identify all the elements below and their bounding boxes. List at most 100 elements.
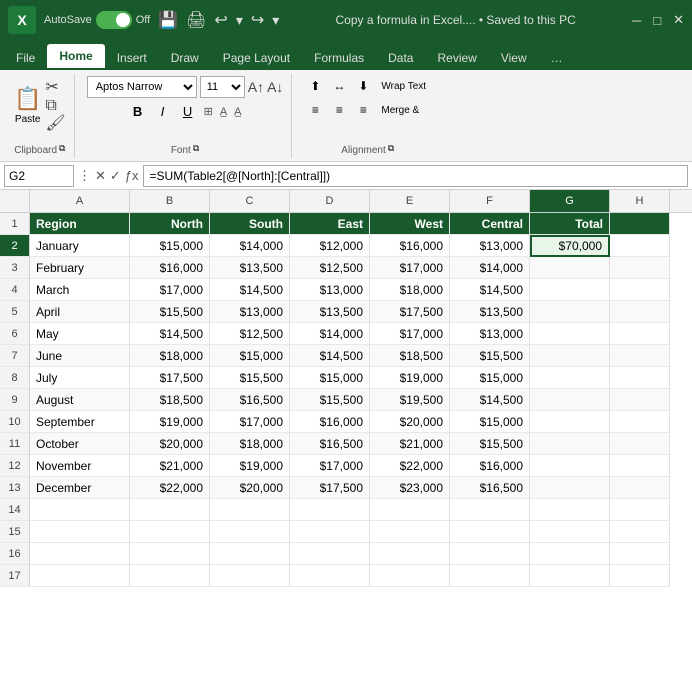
maximize-button[interactable]: □: [653, 13, 661, 28]
cell-g9[interactable]: [530, 389, 610, 411]
cell-f13[interactable]: $16,500: [450, 477, 530, 499]
cell-b8[interactable]: $17,500: [130, 367, 210, 389]
empty-d15[interactable]: [290, 521, 370, 543]
border-button[interactable]: ⊞: [204, 105, 213, 118]
col-header-a[interactable]: A: [30, 190, 130, 212]
cell-e9[interactable]: $19,500: [370, 389, 450, 411]
empty-d16[interactable]: [290, 543, 370, 565]
cell-f10[interactable]: $15,000: [450, 411, 530, 433]
align-bottom-button[interactable]: ⬇: [352, 76, 374, 96]
tab-insert[interactable]: Insert: [105, 46, 159, 70]
redo-dropdown[interactable]: ▾: [272, 12, 279, 29]
cell-e2[interactable]: $16,000: [370, 235, 450, 257]
empty-a17[interactable]: [30, 565, 130, 587]
cell-b9[interactable]: $18,500: [130, 389, 210, 411]
empty-c15[interactable]: [210, 521, 290, 543]
cell-a10[interactable]: September: [30, 411, 130, 433]
tab-data[interactable]: Data: [376, 46, 425, 70]
tab-home[interactable]: Home: [47, 44, 104, 70]
cell-g8[interactable]: [530, 367, 610, 389]
cell-d3[interactable]: $12,500: [290, 257, 370, 279]
redo-icon[interactable]: ↪: [251, 10, 264, 30]
align-left-button[interactable]: ≡: [304, 100, 326, 120]
empty-e16[interactable]: [370, 543, 450, 565]
cell-e3[interactable]: $17,000: [370, 257, 450, 279]
cell-c4[interactable]: $14,500: [210, 279, 290, 301]
cell-d6[interactable]: $14,000: [290, 323, 370, 345]
empty-b16[interactable]: [130, 543, 210, 565]
cell-d12[interactable]: $17,000: [290, 455, 370, 477]
empty-d14[interactable]: [290, 499, 370, 521]
cell-a8[interactable]: July: [30, 367, 130, 389]
header-total[interactable]: Total: [530, 213, 610, 235]
cell-g4[interactable]: [530, 279, 610, 301]
empty-g15[interactable]: [530, 521, 610, 543]
cell-a11[interactable]: October: [30, 433, 130, 455]
empty-f17[interactable]: [450, 565, 530, 587]
cell-e7[interactable]: $18,500: [370, 345, 450, 367]
paste-button[interactable]: 📋 Paste: [14, 86, 41, 125]
alignment-expand[interactable]: ⧉: [388, 143, 394, 154]
empty-f14[interactable]: [450, 499, 530, 521]
cell-b13[interactable]: $22,000: [130, 477, 210, 499]
clipboard-expand[interactable]: ⧉: [59, 143, 65, 154]
cell-b12[interactable]: $21,000: [130, 455, 210, 477]
font-size-select[interactable]: 11: [200, 76, 245, 98]
header-east[interactable]: East: [290, 213, 370, 235]
cell-e10[interactable]: $20,000: [370, 411, 450, 433]
cell-d4[interactable]: $13,000: [290, 279, 370, 301]
cell-g5[interactable]: [530, 301, 610, 323]
cell-f5[interactable]: $13,500: [450, 301, 530, 323]
grow-font-button[interactable]: A↑: [248, 79, 264, 95]
merge-center-button[interactable]: Merge &: [376, 100, 424, 122]
cell-g3[interactable]: [530, 257, 610, 279]
tab-view[interactable]: View: [489, 46, 539, 70]
cell-a4[interactable]: March: [30, 279, 130, 301]
cell-a7[interactable]: June: [30, 345, 130, 367]
empty-g16[interactable]: [530, 543, 610, 565]
minimize-button[interactable]: ─: [632, 13, 641, 28]
cell-b7[interactable]: $18,000: [130, 345, 210, 367]
tab-review[interactable]: Review: [425, 46, 488, 70]
cell-reference-box[interactable]: G2: [4, 165, 74, 187]
wrap-text-button[interactable]: Wrap Text: [376, 76, 431, 98]
cell-e5[interactable]: $17,500: [370, 301, 450, 323]
col-header-e[interactable]: E: [370, 190, 450, 212]
header-south[interactable]: South: [210, 213, 290, 235]
empty-b15[interactable]: [130, 521, 210, 543]
cell-c12[interactable]: $19,000: [210, 455, 290, 477]
empty-b14[interactable]: [130, 499, 210, 521]
cell-d8[interactable]: $15,000: [290, 367, 370, 389]
cell-b6[interactable]: $14,500: [130, 323, 210, 345]
shrink-font-button[interactable]: A↓: [267, 79, 283, 95]
header-west[interactable]: West: [370, 213, 450, 235]
header-region[interactable]: Region: [30, 213, 130, 235]
empty-a14[interactable]: [30, 499, 130, 521]
font-expand[interactable]: ⧉: [193, 143, 199, 154]
cell-d13[interactable]: $17,500: [290, 477, 370, 499]
empty-b17[interactable]: [130, 565, 210, 587]
cell-c7[interactable]: $15,000: [210, 345, 290, 367]
cancel-formula-icon[interactable]: ✕: [95, 168, 106, 184]
empty-c17[interactable]: [210, 565, 290, 587]
tab-file[interactable]: File: [4, 46, 47, 70]
empty-e14[interactable]: [370, 499, 450, 521]
cell-a12[interactable]: November: [30, 455, 130, 477]
empty-g17[interactable]: [530, 565, 610, 587]
cell-c6[interactable]: $12,500: [210, 323, 290, 345]
cell-g11[interactable]: [530, 433, 610, 455]
cell-g6[interactable]: [530, 323, 610, 345]
cell-c13[interactable]: $20,000: [210, 477, 290, 499]
cell-d10[interactable]: $16,000: [290, 411, 370, 433]
cell-b4[interactable]: $17,000: [130, 279, 210, 301]
fill-color-button[interactable]: A̲: [220, 106, 227, 118]
cell-f7[interactable]: $15,500: [450, 345, 530, 367]
empty-f16[interactable]: [450, 543, 530, 565]
cell-e8[interactable]: $19,000: [370, 367, 450, 389]
cell-e13[interactable]: $23,000: [370, 477, 450, 499]
cell-f12[interactable]: $16,000: [450, 455, 530, 477]
cell-d9[interactable]: $15,500: [290, 389, 370, 411]
cell-f4[interactable]: $14,500: [450, 279, 530, 301]
cell-f9[interactable]: $14,500: [450, 389, 530, 411]
cell-a2[interactable]: January: [30, 235, 130, 257]
